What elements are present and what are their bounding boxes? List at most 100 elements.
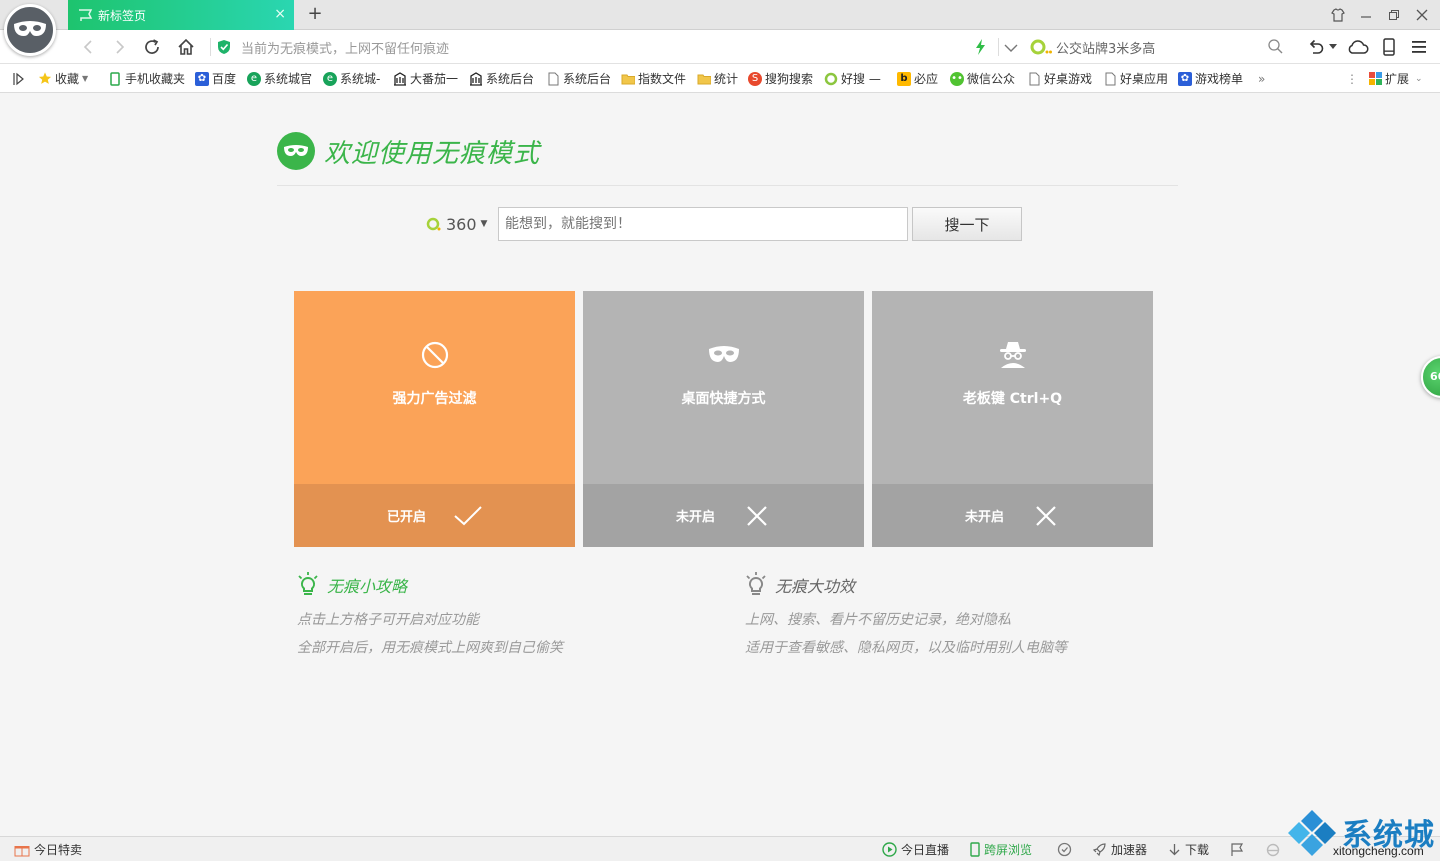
- menu-icon[interactable]: [1407, 35, 1431, 59]
- baidu-paw-icon: ✿: [195, 71, 209, 86]
- haosou-icon: [824, 72, 838, 86]
- bookmark-item[interactable]: 系统后台: [546, 70, 611, 87]
- incognito-avatar-icon[interactable]: [4, 4, 56, 56]
- mask-icon: [708, 339, 740, 371]
- home-button[interactable]: [174, 35, 198, 59]
- restore-icon[interactable]: [1380, 0, 1408, 30]
- incognito-mask-icon: [277, 132, 315, 170]
- card-label: 桌面快捷方式: [681, 391, 766, 407]
- bookmark-label: 微信公众: [967, 72, 1016, 86]
- bookmarks-more-button[interactable]: »: [1258, 70, 1265, 87]
- bookmark-item[interactable]: e 系统城官: [247, 70, 312, 87]
- so360-icon: [426, 216, 442, 232]
- daily-deals-button[interactable]: 今日特卖: [14, 841, 82, 858]
- bookmarks-bar: 收藏 ▼ 手机收藏夹 ✿ 百度 e 系统城官 e 系统城- 大番茄一 系统后台 …: [0, 64, 1440, 93]
- refresh-button[interactable]: [140, 35, 164, 59]
- tab-close-button[interactable]: ×: [274, 7, 286, 21]
- flag-icon[interactable]: [1230, 841, 1244, 858]
- bookmark-item[interactable]: 好桌应用: [1103, 70, 1168, 87]
- bookmark-item[interactable]: 大番茄一: [393, 70, 458, 87]
- site-logo-icon: e: [323, 71, 337, 86]
- card-top: 桌面快捷方式: [583, 291, 864, 484]
- desktop-shortcut-card[interactable]: 桌面快捷方式 未开启: [583, 291, 864, 547]
- bookmark-item[interactable]: b 必应: [897, 70, 938, 87]
- play-icon: [882, 842, 897, 857]
- tab-new-tab[interactable]: 新标签页 ×: [68, 0, 294, 30]
- ie-icon[interactable]: [1266, 841, 1280, 858]
- search-button[interactable]: 搜一下: [912, 207, 1022, 241]
- bookmark-label: 游戏榜单: [1195, 72, 1244, 86]
- divider: [210, 38, 211, 56]
- bookmark-label: 手机收藏夹: [125, 72, 186, 86]
- bookmark-item[interactable]: S 搜狗搜索: [748, 70, 813, 87]
- baidu-paw-icon: ✿: [1178, 71, 1192, 86]
- bookmark-label: 系统城官: [264, 72, 313, 86]
- search-input[interactable]: [498, 207, 908, 241]
- mobile-icon[interactable]: [1377, 35, 1401, 59]
- download-button[interactable]: 下载: [1168, 841, 1209, 858]
- watermark-logo-icon: [1288, 810, 1336, 856]
- accelerator-button[interactable]: 加速器: [1092, 841, 1147, 858]
- wechat-icon: ••: [950, 71, 964, 86]
- bookmark-item[interactable]: 系统后台: [469, 70, 534, 87]
- search-engine-selector[interactable]: 360 ▼: [426, 213, 487, 235]
- check-icon: [454, 502, 482, 530]
- bookmark-item[interactable]: 好搜 —: [824, 70, 881, 87]
- address-dropdown-icon[interactable]: [1004, 42, 1018, 56]
- bookmark-item[interactable]: 统计: [697, 70, 738, 87]
- browser-doctor-icon[interactable]: [1057, 841, 1072, 858]
- tips-title: 无痕大功效: [775, 577, 856, 596]
- minimize-icon[interactable]: [1352, 0, 1380, 30]
- bookmark-favorites[interactable]: 收藏 ▼: [38, 70, 88, 87]
- undo-close-button[interactable]: [1304, 35, 1328, 59]
- bookmark-item[interactable]: ✿ 百度: [195, 70, 236, 87]
- back-button[interactable]: [76, 35, 100, 59]
- bookmark-label: 系统后台: [563, 72, 612, 86]
- card-state: 已开启: [386, 510, 426, 525]
- bookmarks-collapse-button[interactable]: [12, 70, 24, 87]
- address-bar[interactable]: 当前为无痕模式，上网不留任何痕迹: [210, 34, 1024, 60]
- floating-widget[interactable]: 66: [1421, 356, 1440, 398]
- security-shield-icon[interactable]: [217, 39, 231, 55]
- ad-filter-card[interactable]: 强力广告过滤 已开启: [294, 291, 575, 547]
- close-window-icon[interactable]: [1408, 0, 1436, 30]
- rocket-icon: [1092, 842, 1107, 857]
- site-logo-icon: e: [247, 71, 261, 86]
- live-button[interactable]: 今日直播: [882, 841, 949, 858]
- bookmark-item[interactable]: 好桌游戏: [1027, 70, 1092, 87]
- sogou-icon: S: [748, 71, 762, 86]
- bookmark-item[interactable]: 手机收藏夹: [108, 70, 185, 87]
- page-icon: [1103, 72, 1117, 86]
- extensions-label: 扩展: [1385, 72, 1410, 86]
- close-icon: [743, 502, 771, 530]
- card-toggle[interactable]: 未开启: [872, 484, 1153, 547]
- undo-dropdown-icon[interactable]: [1326, 35, 1340, 59]
- tips-line: 全部开启后，用无痕模式上网爽到自己偷笑: [297, 640, 563, 656]
- skin-icon[interactable]: [1324, 0, 1352, 30]
- daily-deals-label: 今日特卖: [34, 843, 83, 857]
- building-icon: [393, 71, 407, 86]
- search-icon[interactable]: [1268, 39, 1283, 57]
- extensions-button[interactable]: 扩展 ⌄: [1368, 70, 1423, 87]
- cross-screen-button[interactable]: 跨屏浏览: [970, 841, 1032, 858]
- bookmark-item[interactable]: ✿ 游戏榜单: [1178, 70, 1243, 87]
- new-tab-button[interactable]: +: [304, 3, 326, 25]
- boss-key-card[interactable]: 老板键 Ctrl+Q 未开启: [872, 291, 1153, 547]
- speed-mode-icon[interactable]: [974, 38, 986, 59]
- address-toolbar: 当前为无痕模式，上网不留任何痕迹 公交站牌3米多高: [0, 30, 1440, 64]
- card-toggle[interactable]: 未开启: [583, 484, 864, 547]
- cloud-sync-icon[interactable]: [1346, 35, 1370, 59]
- bookmark-item[interactable]: •• 微信公众: [950, 70, 1015, 87]
- bookmark-label: 百度: [212, 72, 237, 86]
- toolbar-search-box[interactable]: 公交站牌3米多高: [1030, 34, 1290, 60]
- boss-hat-icon: [997, 339, 1029, 371]
- bookmark-item[interactable]: 指数文件: [621, 70, 686, 87]
- forward-button[interactable]: [108, 35, 132, 59]
- phone-icon: [970, 842, 980, 857]
- tips-line: 点击上方格子可开启对应功能: [297, 612, 479, 628]
- page-icon: [546, 72, 560, 86]
- more-vertical-icon[interactable]: ⋮: [1346, 70, 1358, 87]
- card-toggle[interactable]: 已开启: [294, 484, 575, 547]
- building-icon: [469, 71, 483, 86]
- bookmark-item[interactable]: e 系统城-: [323, 70, 380, 87]
